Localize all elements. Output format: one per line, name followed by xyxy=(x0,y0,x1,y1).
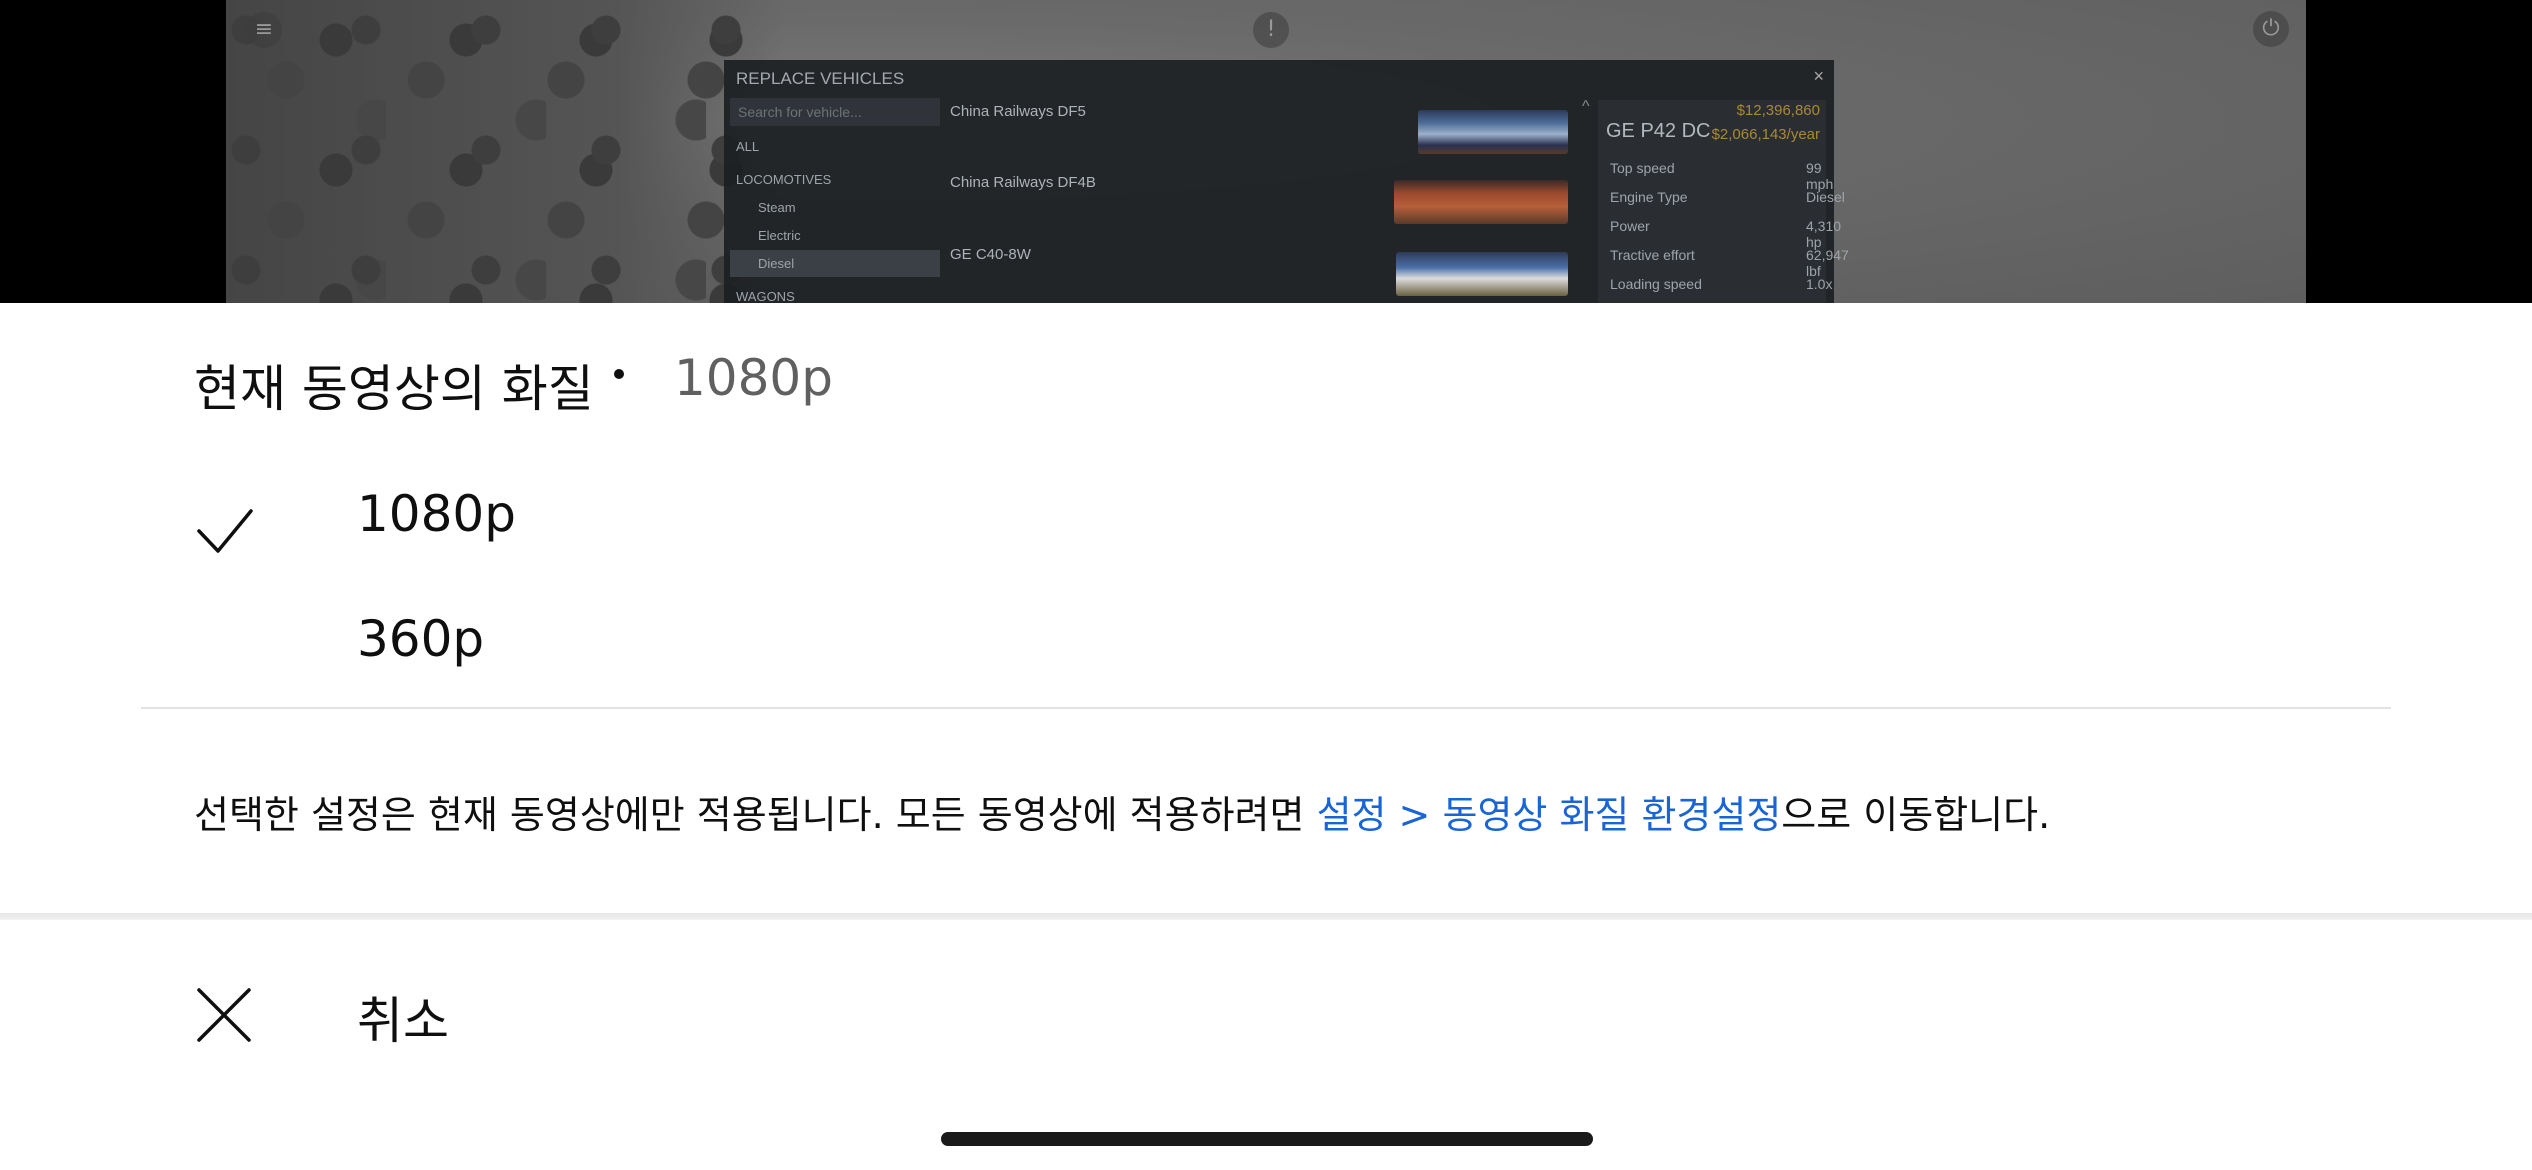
home-indicator[interactable] xyxy=(941,1132,1593,1146)
quality-preferences-link[interactable]: 설정 > 동영상 화질 환경설정 xyxy=(1317,793,1782,837)
vehicle-name: China Railways DF4B xyxy=(950,174,1096,191)
locomotive-image xyxy=(1394,180,1568,224)
vehicle-name: GE C40-8W xyxy=(950,246,1031,263)
spec-value: 4,310 hp xyxy=(1806,218,1842,250)
option-label: 1080p xyxy=(357,485,516,543)
note-text: 으로 이동합니다. xyxy=(1781,793,2051,837)
separator-dot xyxy=(614,369,624,379)
spec-label: Loading speed xyxy=(1610,276,1702,292)
divider xyxy=(0,913,2532,920)
power-icon: ⏻ xyxy=(2253,11,2289,47)
spec-value: 99 mph xyxy=(1806,160,1834,192)
quality-option-1080p[interactable]: 1080p xyxy=(0,453,2532,573)
spec-label: Power xyxy=(1610,218,1650,234)
cancel-label: 취소 xyxy=(357,992,449,1050)
quality-bottom-sheet: 현재 동영상의 화질 1080p 1080p 360p 선택한 설정은 현재 동… xyxy=(0,303,2532,1170)
spec-value: Diesel xyxy=(1806,189,1845,205)
category-all: ALL xyxy=(736,139,760,154)
cancel-button[interactable]: 취소 xyxy=(0,953,2532,1073)
locomotive-image xyxy=(1396,252,1568,296)
close-icon xyxy=(197,988,251,1042)
layers-icon: ≡ xyxy=(246,12,282,48)
category-wagons: WAGONS xyxy=(736,289,795,303)
category-steam: Steam xyxy=(758,200,796,215)
video-player[interactable]: ≡ ! ⏻ REPLACE VEHICLES × Search for vehi… xyxy=(0,0,2532,303)
detail-upkeep: $2,066,143/year xyxy=(1711,126,1820,143)
vehicle-name: China Railways DF5 xyxy=(950,103,1086,120)
option-label: 360p xyxy=(357,610,485,668)
forest-terrain xyxy=(226,0,786,303)
video-frame[interactable]: ≡ ! ⏻ REPLACE VEHICLES × Search for vehi… xyxy=(226,0,2306,303)
note-text: 선택한 설정은 현재 동영상에만 적용됩니다. 모든 동영상에 적용하려면 xyxy=(194,793,1317,837)
detail-price: $12,396,860 xyxy=(1736,102,1820,119)
category-locomotives: LOCOMOTIVES xyxy=(736,172,832,187)
detail-vehicle-name: GE P42 DC xyxy=(1606,120,1711,142)
divider xyxy=(141,707,2391,709)
sheet-title: 현재 동영상의 화질 xyxy=(194,360,594,418)
spec-label: Top speed xyxy=(1610,160,1675,176)
category-diesel: Diesel xyxy=(730,250,940,277)
locomotive-image xyxy=(1418,110,1568,154)
vehicle-search-input: Search for vehicle... xyxy=(730,98,940,126)
close-icon: × xyxy=(1813,66,1824,86)
quality-option-360p[interactable]: 360p xyxy=(0,578,2532,698)
dialog-title: REPLACE VEHICLES xyxy=(736,69,905,88)
spec-value: 62,947 lbf xyxy=(1806,247,1849,279)
spec-label: Engine Type xyxy=(1610,189,1688,205)
check-icon xyxy=(197,509,253,553)
replace-vehicles-dialog: REPLACE VEHICLES × Search for vehicle...… xyxy=(724,60,1849,303)
settings-note: 선택한 설정은 현재 동영상에만 적용됩니다. 모든 동영상에 적용하려면 설정… xyxy=(194,784,2050,839)
scroll-up-icon: ^ xyxy=(1582,98,1590,115)
info-icon: ! xyxy=(1253,12,1289,48)
category-electric: Electric xyxy=(758,228,801,243)
spec-label: Tractive effort xyxy=(1610,247,1695,263)
current-quality: 1080p xyxy=(674,349,833,407)
spec-value: 1.0x xyxy=(1806,276,1833,292)
